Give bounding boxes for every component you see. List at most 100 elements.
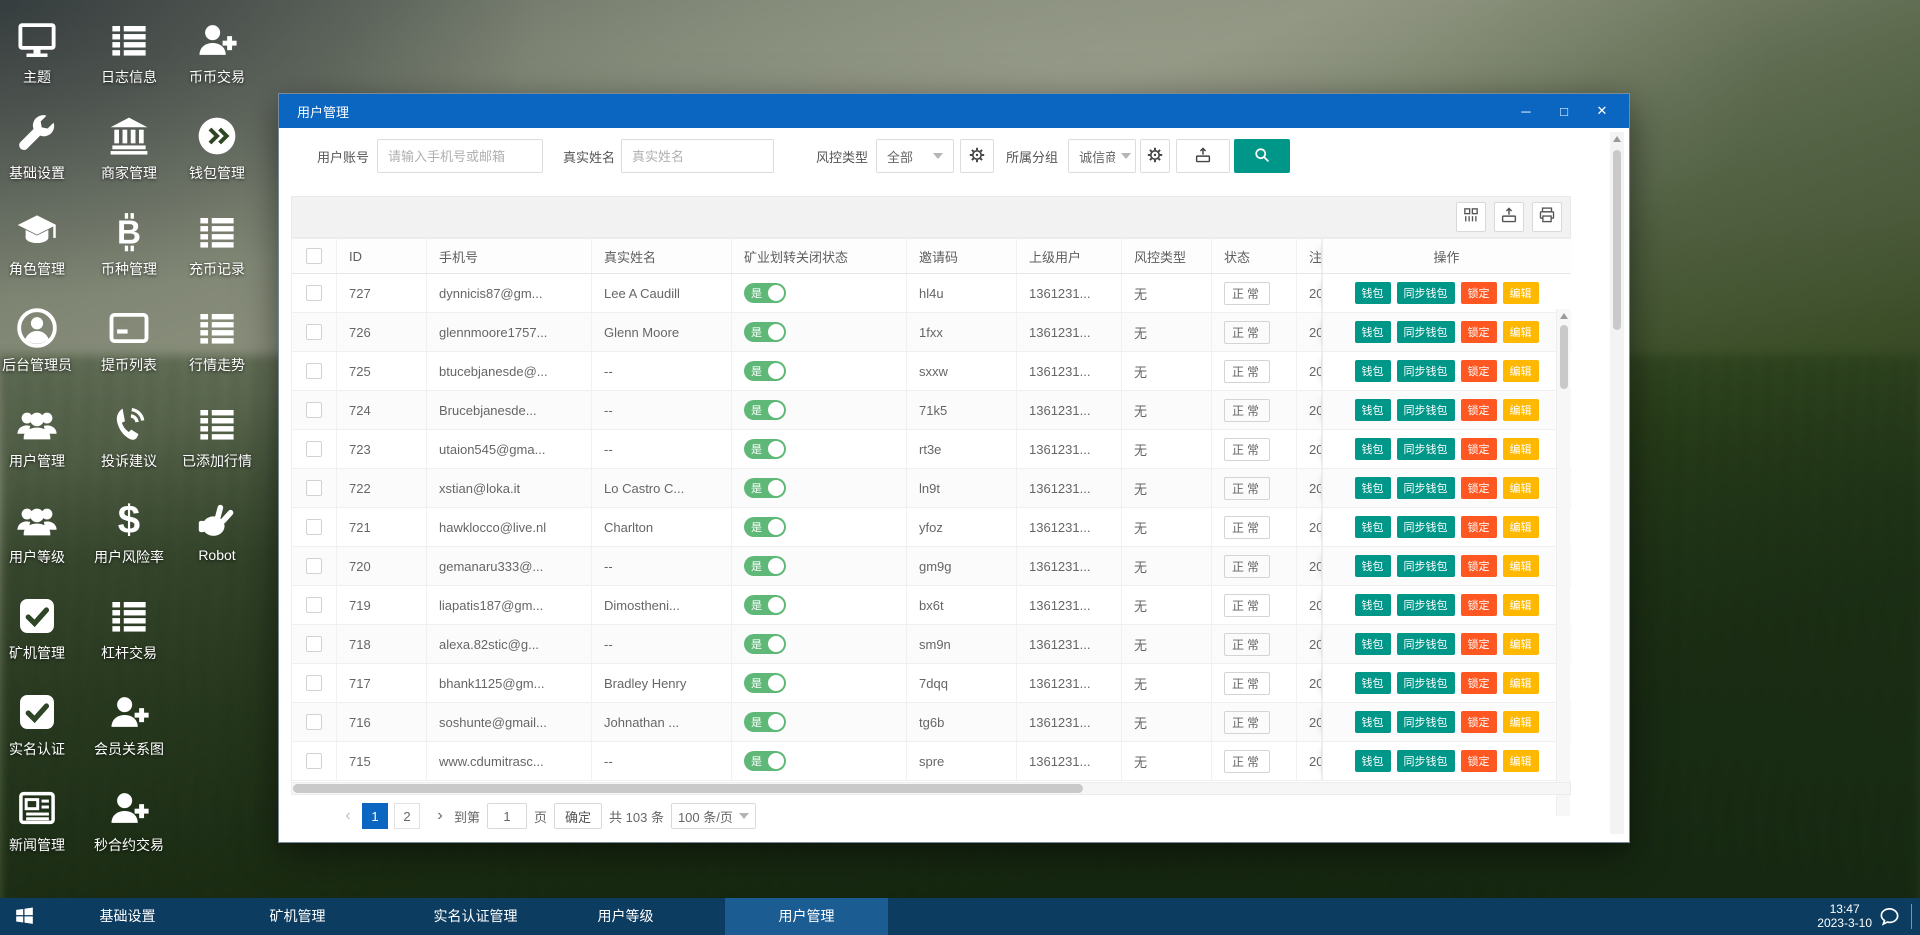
mining-toggle[interactable]: 是 [744, 322, 786, 342]
taskbar-item[interactable]: 用户等级 [573, 898, 678, 935]
risk-type-select[interactable]: 全部 [876, 139, 954, 173]
wallet-button[interactable]: 钱包 [1355, 438, 1391, 460]
group-gear-button[interactable] [1140, 139, 1170, 173]
desktop-icon[interactable]: 提币列表 [85, 306, 173, 375]
window-scrollbar[interactable] [1610, 132, 1624, 834]
row-checkbox[interactable] [306, 675, 322, 691]
row-checkbox[interactable] [306, 558, 322, 574]
row-checkbox[interactable] [306, 402, 322, 418]
wallet-button[interactable]: 钱包 [1355, 399, 1391, 421]
edit-button[interactable]: 编辑 [1503, 321, 1539, 343]
prev-page-button[interactable]: ‹ [341, 807, 355, 825]
mining-toggle[interactable]: 是 [744, 595, 786, 615]
confirm-button[interactable]: 确定 [554, 803, 602, 829]
desktop-icon[interactable]: 后台管理员 [0, 306, 81, 375]
sync-wallet-button[interactable]: 同步钱包 [1397, 672, 1455, 694]
risk-gear-button[interactable] [960, 139, 994, 173]
taskbar-item[interactable]: 实名认证管理 [408, 898, 543, 935]
edit-button[interactable]: 编辑 [1503, 633, 1539, 655]
scroll-up-arrow-icon[interactable] [1560, 313, 1568, 319]
desktop-icon[interactable]: 基础设置 [0, 114, 81, 183]
lock-button[interactable]: 锁定 [1461, 594, 1497, 616]
table-scrollbar[interactable] [1556, 309, 1570, 816]
row-checkbox[interactable] [306, 597, 322, 613]
window-scrollbar-thumb[interactable] [1613, 150, 1621, 330]
row-checkbox[interactable] [306, 363, 322, 379]
mining-toggle[interactable]: 是 [744, 478, 786, 498]
print-button[interactable] [1532, 202, 1562, 232]
row-checkbox[interactable] [306, 636, 322, 652]
desktop-icon[interactable]: 投诉建议 [85, 402, 173, 471]
minimize-button[interactable]: ─ [1507, 98, 1545, 124]
desktop-icon[interactable]: 用户管理 [0, 402, 81, 471]
desktop-icon[interactable]: 钱包管理 [173, 114, 261, 183]
goto-page-input[interactable] [487, 803, 527, 829]
taskbar-item[interactable]: 用户管理 [725, 898, 888, 935]
row-checkbox[interactable] [306, 324, 322, 340]
maximize-button[interactable]: □ [1545, 98, 1583, 124]
export-table-button[interactable] [1494, 202, 1524, 232]
mining-toggle[interactable]: 是 [744, 556, 786, 576]
wallet-button[interactable]: 钱包 [1355, 282, 1391, 304]
select-all-checkbox[interactable] [306, 248, 322, 264]
edit-button[interactable]: 编辑 [1503, 516, 1539, 538]
row-checkbox[interactable] [306, 285, 322, 301]
lock-button[interactable]: 锁定 [1461, 516, 1497, 538]
lock-button[interactable]: 锁定 [1461, 672, 1497, 694]
edit-button[interactable]: 编辑 [1503, 360, 1539, 382]
sync-wallet-button[interactable]: 同步钱包 [1397, 399, 1455, 421]
taskbar-clock[interactable]: 13:47 2023-3-10 [1817, 902, 1872, 930]
horizontal-scrollbar[interactable] [291, 782, 1571, 795]
desktop-icon[interactable]: 主题 [0, 18, 81, 87]
wallet-button[interactable]: 钱包 [1355, 711, 1391, 733]
scroll-up-arrow-icon[interactable] [1613, 136, 1621, 142]
windows-start-button[interactable] [14, 905, 35, 931]
export-button[interactable] [1176, 139, 1230, 173]
desktop-icon[interactable]: 矿机管理 [0, 594, 81, 663]
mining-toggle[interactable]: 是 [744, 634, 786, 654]
desktop-icon[interactable]: 币币交易 [173, 18, 261, 87]
search-button[interactable] [1234, 139, 1290, 173]
sync-wallet-button[interactable]: 同步钱包 [1397, 282, 1455, 304]
sync-wallet-button[interactable]: 同步钱包 [1397, 711, 1455, 733]
row-checkbox[interactable] [306, 441, 322, 457]
show-desktop-divider[interactable] [1911, 904, 1912, 929]
window-titlebar[interactable]: 用户管理 ─ □ ✕ [279, 94, 1629, 128]
mining-toggle[interactable]: 是 [744, 283, 786, 303]
wallet-button[interactable]: 钱包 [1355, 555, 1391, 577]
wallet-button[interactable]: 钱包 [1355, 633, 1391, 655]
wallet-button[interactable]: 钱包 [1355, 594, 1391, 616]
lock-button[interactable]: 锁定 [1461, 360, 1497, 382]
sync-wallet-button[interactable]: 同步钱包 [1397, 321, 1455, 343]
desktop-icon[interactable]: Robot [173, 498, 261, 563]
page-button[interactable]: 2 [394, 803, 420, 829]
next-page-button[interactable]: › [433, 807, 447, 825]
desktop-icon[interactable]: 会员关系图 [85, 690, 173, 759]
desktop-icon[interactable]: 秒合约交易 [85, 786, 173, 855]
edit-button[interactable]: 编辑 [1503, 672, 1539, 694]
lock-button[interactable]: 锁定 [1461, 321, 1497, 343]
row-checkbox[interactable] [306, 480, 322, 496]
close-button[interactable]: ✕ [1583, 98, 1621, 124]
mining-toggle[interactable]: 是 [744, 361, 786, 381]
sync-wallet-button[interactable]: 同步钱包 [1397, 438, 1455, 460]
taskbar-item[interactable]: 基础设置 [70, 898, 185, 935]
account-input[interactable] [377, 139, 543, 173]
notifications-chat-icon[interactable] [1879, 906, 1900, 932]
desktop-icon[interactable]: 用户等级 [0, 498, 81, 567]
sync-wallet-button[interactable]: 同步钱包 [1397, 633, 1455, 655]
per-page-select[interactable]: 100 条/页 [671, 803, 756, 829]
edit-button[interactable]: 编辑 [1503, 711, 1539, 733]
realname-input[interactable] [621, 139, 774, 173]
sync-wallet-button[interactable]: 同步钱包 [1397, 594, 1455, 616]
edit-button[interactable]: 编辑 [1503, 399, 1539, 421]
desktop-icon[interactable]: 角色管理 [0, 210, 81, 279]
mining-toggle[interactable]: 是 [744, 439, 786, 459]
mining-toggle[interactable]: 是 [744, 712, 786, 732]
mining-toggle[interactable]: 是 [744, 517, 786, 537]
mining-toggle[interactable]: 是 [744, 673, 786, 693]
group-select[interactable]: 诚信商家 [1068, 139, 1136, 173]
taskbar-item[interactable]: 矿机管理 [245, 898, 350, 935]
row-checkbox[interactable] [306, 714, 322, 730]
row-checkbox[interactable] [306, 753, 322, 769]
